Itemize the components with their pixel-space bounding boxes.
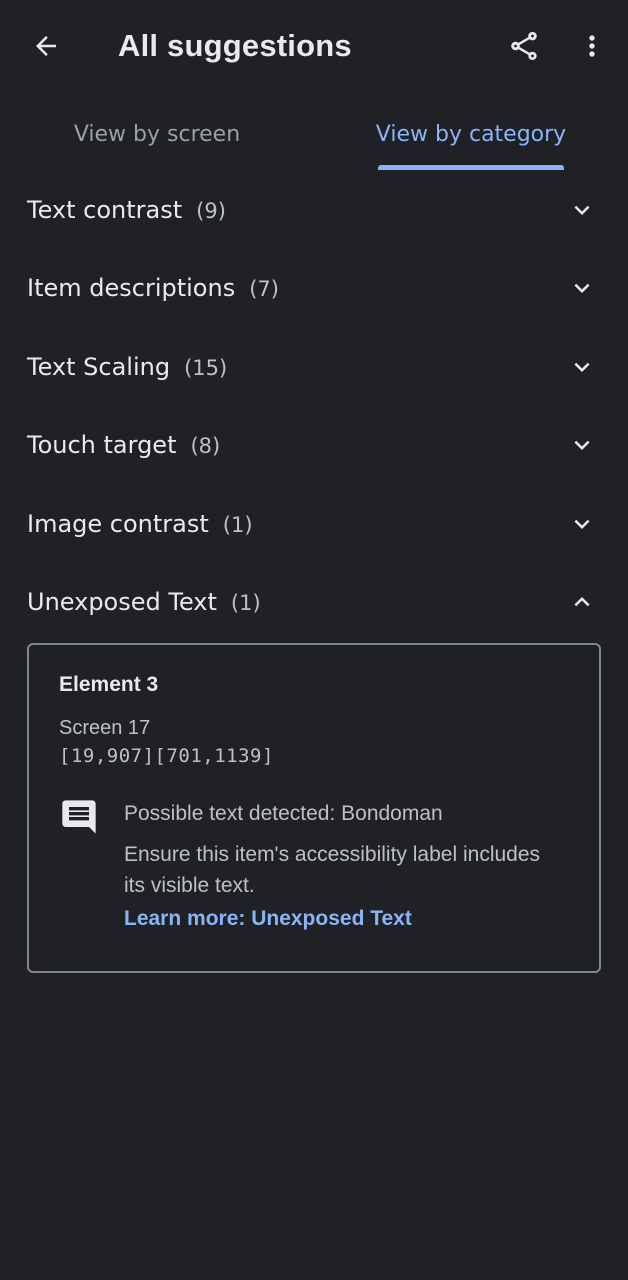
category-row-item-descriptions[interactable]: Item descriptions (7): [0, 249, 628, 327]
suggestion-card: Element 3 Screen 17 [19,907][701,1139] P…: [27, 643, 601, 973]
learn-more-link[interactable]: Learn more: Unexposed Text: [124, 907, 412, 931]
tab-view-by-category[interactable]: View by category: [314, 96, 628, 172]
more-vert-icon: [589, 35, 595, 57]
element-title: Element 3: [59, 673, 159, 696]
category-name: Image contrast: [27, 510, 209, 538]
category-count: (1): [222, 513, 253, 537]
back-button[interactable]: [22, 22, 70, 70]
category-count: (15): [184, 356, 228, 380]
category-count: (7): [249, 277, 279, 301]
category-name: Text Scaling: [27, 353, 171, 381]
element-bounds: [19,907][701,1139]: [59, 745, 274, 767]
category-name: Item descriptions: [27, 274, 236, 302]
chevron-down-icon[interactable]: [566, 508, 598, 540]
category-row-image-contrast[interactable]: Image contrast (1): [0, 485, 628, 563]
category-name: Text contrast: [27, 196, 183, 224]
detected-text: Possible text detected: Bondoman: [124, 802, 443, 825]
selected-tab-indicator: [378, 165, 564, 170]
tab-view-by-screen[interactable]: View by screen: [0, 96, 314, 172]
category-name: Unexposed Text: [27, 588, 217, 616]
category-row-text-scaling[interactable]: Text Scaling (15): [0, 328, 628, 406]
share-icon: [511, 31, 537, 61]
chevron-down-icon[interactable]: [566, 429, 598, 461]
category-name: Touch target: [27, 431, 177, 459]
category-row-text-contrast[interactable]: Text contrast (9): [0, 171, 628, 249]
category-count: (1): [230, 591, 261, 615]
share-button[interactable]: [500, 22, 548, 70]
comment-icon: [59, 797, 99, 837]
category-row-touch-target[interactable]: Touch target (8): [0, 406, 628, 484]
app-bar: All suggestions: [0, 0, 628, 92]
chevron-down-icon[interactable]: [566, 272, 598, 304]
chevron-up-icon[interactable]: [566, 586, 598, 618]
screen-label: Screen 17: [59, 717, 151, 739]
category-count: (8): [190, 434, 221, 458]
suggestion-description: Ensure this item's accessibility label i…: [124, 843, 541, 897]
chevron-down-icon[interactable]: [566, 351, 598, 383]
arrow-back-icon: [36, 36, 56, 56]
more-options-button[interactable]: [568, 22, 616, 70]
category-row-unexposed-text[interactable]: Unexposed Text (1): [0, 563, 628, 641]
chevron-down-icon[interactable]: [566, 194, 598, 226]
page-title: All suggestions: [118, 28, 352, 63]
category-count: (9): [196, 199, 226, 223]
view-tabs: View by screen View by category: [0, 96, 628, 172]
